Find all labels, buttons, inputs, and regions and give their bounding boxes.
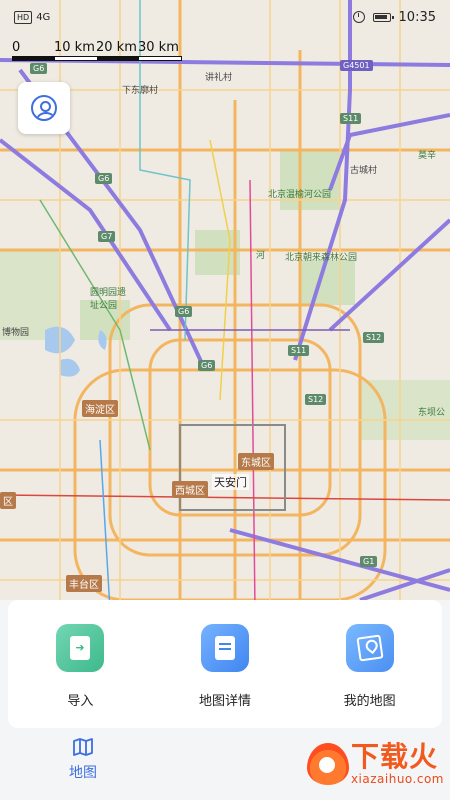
map-label-village-3: 古城村 xyxy=(350,166,378,176)
map-detail-icon xyxy=(200,624,249,672)
status-bar: HD 4G 10:35 xyxy=(0,0,450,34)
map-icon xyxy=(73,738,93,756)
import-icon xyxy=(56,624,105,672)
hd-badge: HD xyxy=(14,10,33,24)
map-label-park-edge: 莫辛 xyxy=(418,151,437,161)
landmark-tiananmen[interactable]: 天安门 xyxy=(212,474,249,490)
import-button[interactable]: 导入 xyxy=(20,624,140,728)
profile-button[interactable] xyxy=(18,82,70,134)
scale-bar xyxy=(12,56,182,61)
map-detail-label: 地图详情 xyxy=(198,694,251,709)
map-scale: 0 10 km 20 km 30 km xyxy=(12,40,182,61)
road-shield: S12 xyxy=(363,332,385,343)
road-shield: G4501 xyxy=(340,60,373,71)
district-haidian: 海淀区 xyxy=(82,400,118,417)
fire-logo-icon xyxy=(306,743,349,785)
watermark-title: 下载火 xyxy=(350,740,438,773)
import-label: 导入 xyxy=(67,694,94,709)
map-detail-button[interactable]: 地图详情 xyxy=(165,624,285,728)
scale-label: 10 km xyxy=(54,40,95,55)
bottom-sheet: 导入 地图详情 我的地图 地图 下载火 xiaz xyxy=(0,600,450,800)
scale-label: 0 xyxy=(12,40,21,55)
status-time: 10:35 xyxy=(398,9,436,25)
map-label-park-chaolai: 北京朝来森林公园 xyxy=(285,253,358,263)
my-map-button[interactable]: 我的地图 xyxy=(310,624,430,728)
road-shield: G7 xyxy=(98,231,116,242)
watermark-subtitle: xiazaihuo.com xyxy=(350,772,444,786)
battery-icon xyxy=(372,12,394,22)
actions-card: 导入 地图详情 我的地图 xyxy=(8,600,442,728)
map-label-museum: 博物园 xyxy=(2,328,30,338)
road-shield: G1 xyxy=(360,556,378,567)
scale-label: 20 km xyxy=(96,40,137,55)
map-label-village-2: 讲礼村 xyxy=(205,73,233,83)
district-fengtai: 丰台区 xyxy=(66,575,102,592)
status-left: HD 4G xyxy=(14,10,51,24)
map-label-park-wenyu: 北京温榆河公园 xyxy=(268,190,332,200)
road-shield: S11 xyxy=(288,345,310,356)
signal-label: 4G xyxy=(36,11,51,23)
my-map-label: 我的地图 xyxy=(343,694,396,709)
district-xicheng: 西城区 xyxy=(172,481,208,498)
scale-label: 30 km xyxy=(138,40,179,55)
tab-map[interactable]: 地图 xyxy=(8,728,158,800)
district-edge: 区 xyxy=(0,492,16,509)
watermark-text: 下载火 xiazaihuo.com xyxy=(350,740,444,787)
road-shield: S12 xyxy=(305,394,327,405)
user-icon xyxy=(31,95,57,121)
map-label-river: 河 xyxy=(256,251,266,261)
road-shield: G6 xyxy=(175,306,193,317)
map-label-park-yuanmingyuan: 圆明园遗址公园 xyxy=(90,288,127,311)
alarm-icon xyxy=(352,11,365,23)
status-right: 10:35 xyxy=(352,9,436,25)
watermark: 下载火 xiazaihuo.com xyxy=(306,740,444,787)
road-shield: G6 xyxy=(30,63,48,74)
my-map-icon xyxy=(345,624,394,672)
scale-labels: 0 10 km 20 km 30 km xyxy=(12,40,182,55)
road-shield: G6 xyxy=(198,360,216,371)
map-label-park-dongba: 东坝公 xyxy=(418,408,446,418)
tab-map-label: 地图 xyxy=(69,765,97,781)
map-label-village-1: 下东廓村 xyxy=(122,86,159,96)
road-shield: S11 xyxy=(340,113,362,124)
district-dongcheng: 东城区 xyxy=(238,453,274,470)
road-shield: G6 xyxy=(95,173,113,184)
